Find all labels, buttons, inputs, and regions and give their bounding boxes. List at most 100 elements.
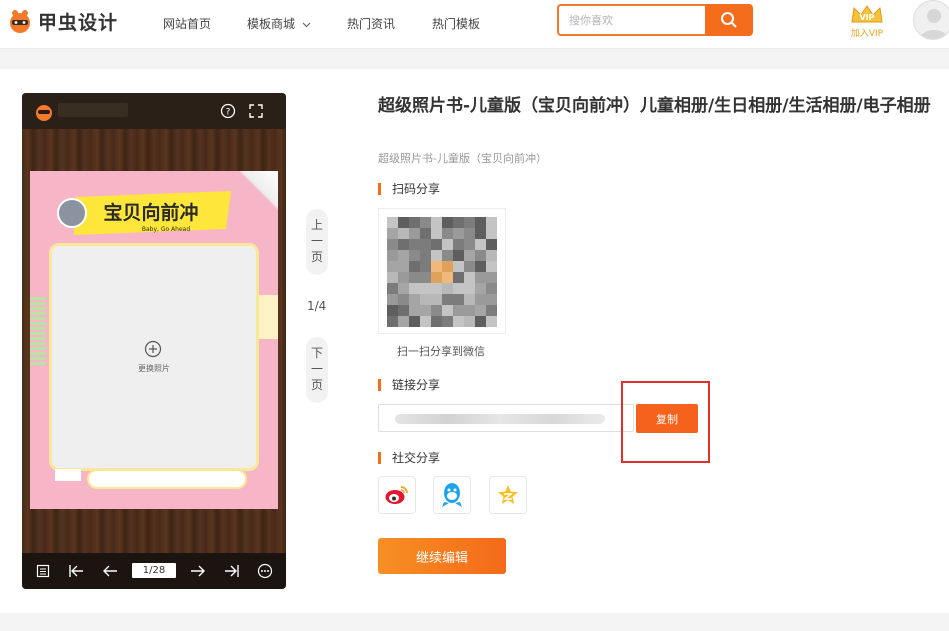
first-page-icon[interactable]	[68, 564, 84, 578]
qr-pixel	[442, 305, 453, 316]
continue-edit-button[interactable]: 继续编辑	[378, 538, 506, 574]
chevron-down-icon	[302, 22, 311, 28]
help-icon[interactable]: ?	[220, 103, 236, 119]
search-input[interactable]	[557, 4, 717, 36]
qr-pixel	[398, 228, 409, 239]
nav-home[interactable]: 网站首页	[163, 15, 211, 32]
qr-pixel	[409, 217, 420, 228]
share-qq-button[interactable]	[433, 476, 471, 514]
qr-pixel	[453, 294, 464, 305]
nav-template-store-label: 模板商城	[247, 17, 296, 31]
qr-pixel	[453, 316, 464, 327]
next-page-label: 下一页	[311, 346, 324, 392]
qr-pixel	[442, 239, 453, 250]
qr-pixel	[387, 250, 398, 261]
site-logo[interactable]: 甲虫设计	[6, 6, 118, 36]
qr-pixel	[475, 239, 486, 250]
more-icon[interactable]	[257, 563, 273, 579]
qr-pixel	[398, 272, 409, 283]
qr-pixel	[431, 250, 442, 261]
qr-pixel	[486, 228, 497, 239]
qr-pixel	[464, 316, 475, 327]
page-count: 1/4	[307, 299, 327, 313]
search-bar	[557, 4, 753, 36]
nav-template-store[interactable]: 模板商城	[247, 15, 311, 32]
left-stripe	[30, 295, 46, 365]
qr-pixel	[431, 305, 442, 316]
share-link-field[interactable]	[378, 404, 634, 432]
qr-pixel	[486, 305, 497, 316]
qr-pixel	[387, 283, 398, 294]
search-button[interactable]	[705, 4, 753, 36]
qr-pixel	[387, 217, 398, 228]
qr-caption: 扫一扫分享到微信	[397, 345, 485, 358]
title-banner: 宝贝向前冲 Baby, Go Ahead	[57, 191, 231, 235]
join-vip[interactable]: VIP 加入VIP	[846, 4, 888, 40]
qr-pixel	[398, 217, 409, 228]
page-curl[interactable]	[238, 171, 278, 211]
share-qzone-button[interactable]	[489, 476, 527, 514]
svg-text:VIP: VIP	[859, 13, 874, 22]
qr-share-heading: 扫码分享	[378, 182, 440, 196]
qr-pixel	[387, 261, 398, 272]
qr-code-image	[387, 217, 497, 327]
blurred-link	[395, 414, 605, 424]
qr-pixel	[464, 294, 475, 305]
photo-placeholder[interactable]: 更换照片	[49, 243, 259, 471]
qr-pixel	[475, 228, 486, 239]
qr-pixel	[486, 294, 497, 305]
qr-pixel	[409, 316, 420, 327]
caption-field[interactable]	[87, 469, 247, 489]
last-page-icon[interactable]	[224, 564, 240, 578]
viewer-toolbar-top: ?	[22, 93, 286, 129]
qr-pixel	[420, 294, 431, 305]
next-page-button[interactable]: 下一页	[306, 337, 328, 403]
qr-pixel	[442, 217, 453, 228]
qr-pixel	[486, 261, 497, 272]
qr-pixel	[453, 305, 464, 316]
prev-page-button[interactable]: 上一页	[306, 209, 328, 275]
qr-pixel	[464, 272, 475, 283]
fullscreen-icon[interactable]	[248, 103, 264, 119]
nav-hot-news[interactable]: 热门资讯	[347, 15, 395, 32]
qr-pixel	[409, 294, 420, 305]
qr-pixel	[387, 305, 398, 316]
search-icon	[721, 12, 737, 28]
product-subtitle: 超级照片书-儿童版（宝贝向前冲）	[378, 152, 547, 165]
qr-pixel	[475, 294, 486, 305]
qr-pixel	[398, 239, 409, 250]
qr-pixel	[420, 239, 431, 250]
catalog-icon[interactable]	[36, 564, 50, 578]
qr-pixel	[453, 228, 464, 239]
change-photo-label: 更换照片	[138, 364, 170, 373]
nav-hot-templates[interactable]: 热门模板	[432, 15, 480, 32]
qr-pixel	[475, 250, 486, 261]
qr-pixel	[486, 272, 497, 283]
prev-page-icon[interactable]	[102, 564, 118, 578]
next-page-icon[interactable]	[190, 564, 206, 578]
qr-pixel	[420, 316, 431, 327]
qr-pixel	[475, 272, 486, 283]
qr-pixel	[431, 228, 442, 239]
right-stripe	[256, 295, 278, 339]
highlight-box	[621, 381, 710, 463]
qr-pixel	[398, 283, 409, 294]
qr-pixel	[420, 228, 431, 239]
share-weibo-button[interactable]	[378, 476, 416, 514]
viewer-logo-icon	[36, 105, 52, 121]
qr-pixel	[475, 217, 486, 228]
qr-pixel	[420, 261, 431, 272]
qr-pixel	[453, 217, 464, 228]
user-icon	[920, 9, 948, 39]
qr-pixel	[442, 250, 453, 261]
qr-pixel	[453, 261, 464, 272]
qr-pixel	[420, 272, 431, 283]
qr-pixel	[442, 261, 453, 272]
qr-pixel	[431, 261, 442, 272]
qr-pixel	[442, 294, 453, 305]
qr-pixel	[464, 305, 475, 316]
qr-pixel	[453, 250, 464, 261]
page-indicator[interactable]: 1/28	[132, 563, 176, 578]
qr-pixel	[475, 305, 486, 316]
user-avatar[interactable]	[913, 0, 949, 40]
